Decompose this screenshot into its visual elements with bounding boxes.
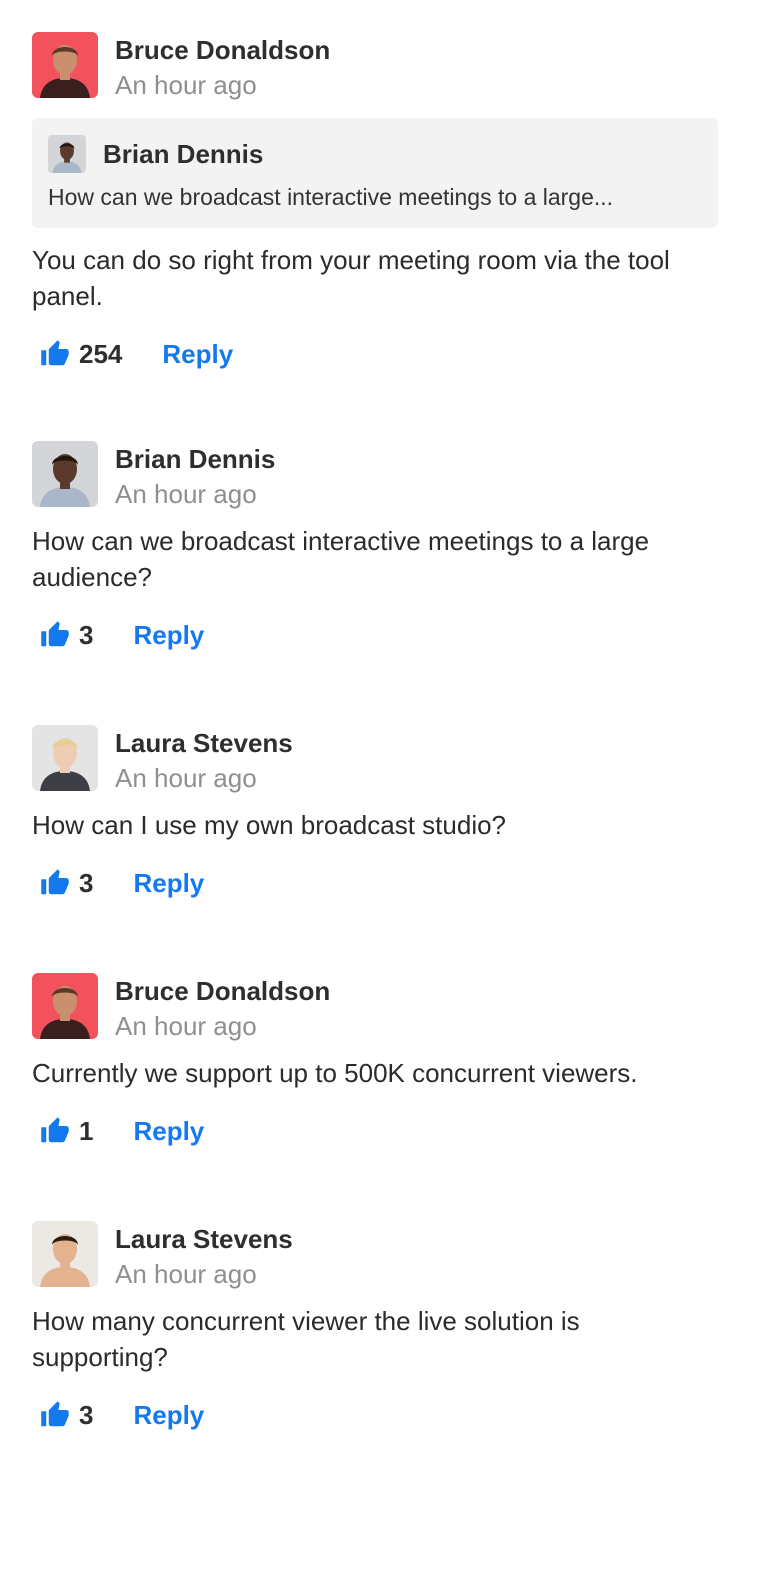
comment-header: Laura Stevens An hour ago [32, 1221, 718, 1289]
author-name[interactable]: Bruce Donaldson [115, 32, 330, 68]
comment-actions: 3 Reply [32, 865, 718, 901]
quoted-avatar [48, 135, 86, 173]
reply-button[interactable]: Reply [162, 339, 233, 370]
author-name[interactable]: Laura Stevens [115, 725, 293, 761]
comment: Laura Stevens An hour ago How many concu… [32, 1221, 718, 1481]
thumbs-up-icon [41, 621, 69, 647]
like-button[interactable]: 254 [40, 339, 122, 370]
avatar-portrait-icon [32, 973, 98, 1039]
comment-header: Bruce Donaldson An hour ago [32, 973, 718, 1041]
like-button[interactable]: 3 [40, 1400, 93, 1431]
comment-meta: Laura Stevens An hour ago [115, 725, 293, 795]
comment: Bruce Donaldson An hour ago Brian Dennis… [32, 32, 718, 441]
reply-button[interactable]: Reply [133, 868, 204, 899]
comment-meta: Brian Dennis An hour ago [115, 441, 275, 511]
comment-actions: 3 Reply [32, 617, 718, 653]
comment-actions: 3 Reply [32, 1397, 718, 1433]
author-name[interactable]: Brian Dennis [115, 441, 275, 477]
quoted-comment[interactable]: Brian Dennis How can we broadcast intera… [32, 118, 718, 228]
comment: Brian Dennis An hour ago How can we broa… [32, 441, 718, 725]
like-count: 3 [79, 619, 94, 650]
reply-button[interactable]: Reply [133, 1116, 204, 1147]
comment-feed: Bruce Donaldson An hour ago Brian Dennis… [32, 32, 718, 1481]
comment-text: How many concurrent viewer the live solu… [32, 1306, 580, 1372]
comment-text: How can I use my own broadcast studio? [32, 810, 507, 840]
avatar[interactable] [32, 1221, 98, 1287]
comment-header: Laura Stevens An hour ago [32, 725, 718, 793]
like-count: 3 [79, 867, 94, 898]
quoted-author-name: Brian Dennis [103, 138, 264, 169]
avatar[interactable] [32, 32, 98, 98]
timestamp: An hour ago [115, 1011, 257, 1041]
comment-actions: 1 Reply [32, 1113, 718, 1149]
like-button[interactable]: 3 [40, 868, 93, 899]
comment-text: You can do so right from your meeting ro… [32, 245, 670, 311]
thumbs-up-icon [41, 869, 69, 895]
avatar[interactable] [32, 725, 98, 791]
timestamp: An hour ago [115, 70, 257, 100]
timestamp: An hour ago [115, 479, 257, 509]
thumbs-up-icon [41, 1117, 69, 1143]
author-name[interactable]: Bruce Donaldson [115, 973, 330, 1009]
like-button[interactable]: 3 [40, 620, 93, 651]
avatar-portrait-icon [32, 1221, 98, 1287]
comment: Laura Stevens An hour ago How can I use … [32, 725, 718, 973]
like-count: 3 [79, 1399, 94, 1430]
comment-header: Bruce Donaldson An hour ago [32, 32, 718, 100]
comment: Bruce Donaldson An hour ago Currently we… [32, 973, 718, 1221]
avatar-portrait-icon [48, 135, 86, 173]
comment-actions: 254 Reply [32, 336, 718, 372]
comment-text: How can we broadcast interactive meeting… [32, 526, 650, 592]
timestamp: An hour ago [115, 1259, 257, 1289]
comment-meta: Bruce Donaldson An hour ago [115, 973, 330, 1043]
comment-meta: Bruce Donaldson An hour ago [115, 32, 330, 102]
author-name[interactable]: Laura Stevens [115, 1221, 293, 1257]
avatar[interactable] [32, 973, 98, 1039]
reply-button[interactable]: Reply [133, 620, 204, 651]
quoted-text: How can we broadcast interactive meeting… [48, 184, 614, 210]
avatar-portrait-icon [32, 725, 98, 791]
like-count: 1 [79, 1115, 94, 1146]
comment-header: Brian Dennis An hour ago [32, 441, 718, 509]
like-button[interactable]: 1 [40, 1116, 93, 1147]
thumbs-up-icon [41, 1401, 69, 1427]
like-count: 254 [79, 338, 123, 369]
avatar[interactable] [32, 441, 98, 507]
avatar-portrait-icon [32, 32, 98, 98]
timestamp: An hour ago [115, 763, 257, 793]
avatar-portrait-icon [32, 441, 98, 507]
reply-button[interactable]: Reply [133, 1400, 204, 1431]
comment-meta: Laura Stevens An hour ago [115, 1221, 293, 1291]
comment-text: Currently we support up to 500K concurre… [32, 1058, 638, 1088]
thumbs-up-icon [41, 340, 69, 366]
quoted-comment-header: Brian Dennis [48, 134, 702, 174]
